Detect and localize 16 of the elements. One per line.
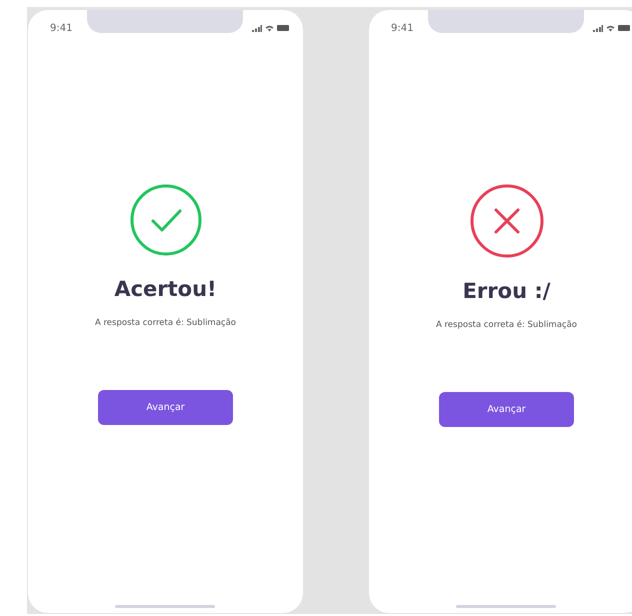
signal-icon — [593, 24, 603, 32]
signal-icon — [252, 24, 262, 32]
battery-icon — [618, 25, 630, 31]
next-button[interactable]: Avançar — [98, 390, 233, 425]
wifi-icon — [265, 24, 274, 32]
answer-text: A resposta correta é: Sublimação — [94, 318, 236, 328]
answer-text: A resposta correta é: Sublimação — [436, 320, 578, 330]
close-icon — [470, 184, 544, 258]
status-time: 9:41 — [391, 22, 414, 34]
status-time: 9:41 — [50, 22, 72, 34]
battery-icon — [277, 25, 289, 31]
result-title: Errou :/ — [462, 279, 550, 303]
next-button[interactable]: Avançar — [439, 392, 574, 427]
result-title: Acertou! — [114, 277, 217, 301]
wifi-icon — [606, 24, 615, 32]
check-icon — [130, 184, 202, 256]
